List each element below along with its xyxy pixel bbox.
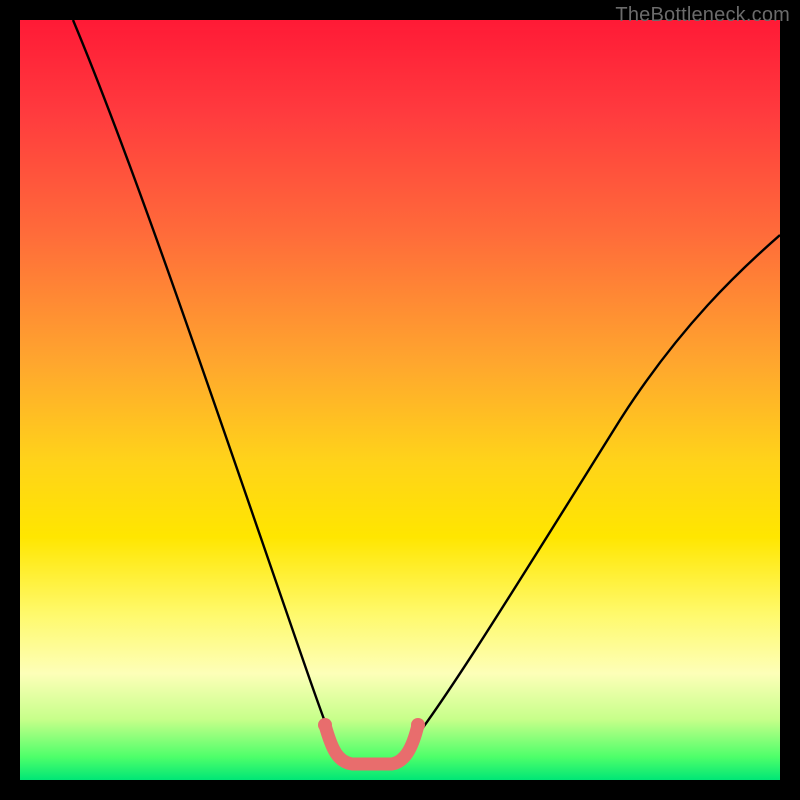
- marker-dot-left: [318, 718, 332, 732]
- bottleneck-marker: [325, 725, 418, 764]
- watermark-text: TheBottleneck.com: [615, 4, 790, 27]
- right-curve: [402, 235, 780, 755]
- curves-layer: [20, 20, 780, 780]
- left-curve: [73, 20, 338, 755]
- chart-frame: TheBottleneck.com: [0, 0, 800, 800]
- marker-dot-right: [411, 718, 425, 732]
